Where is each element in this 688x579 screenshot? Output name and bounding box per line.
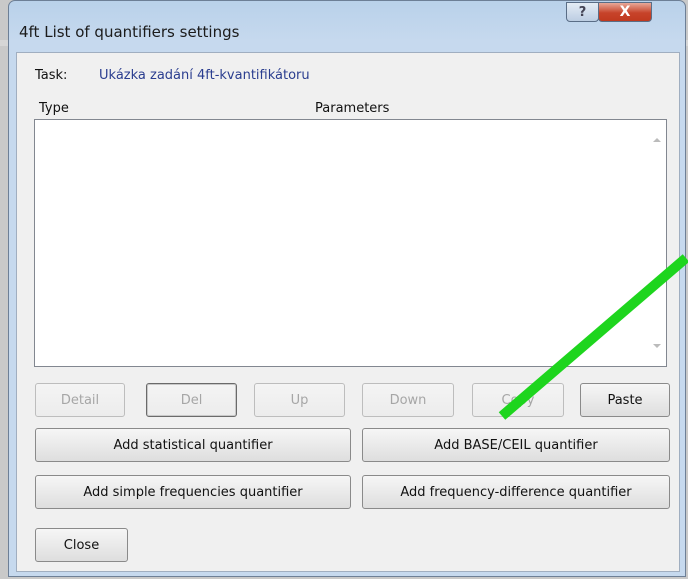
- help-icon: ?: [578, 4, 587, 20]
- column-header-type[interactable]: Type: [39, 101, 69, 116]
- add-frequency-difference-quantifier-button[interactable]: Add frequency-difference quantifier: [362, 475, 670, 509]
- window-title: 4ft List of quantifiers settings: [19, 23, 240, 41]
- task-label: Task:: [35, 68, 68, 83]
- scroll-up-arrow-icon[interactable]: [653, 138, 661, 142]
- dialog-window: 4ft List of quantifiers settings ? X Tas…: [8, 0, 686, 577]
- add-base-ceil-quantifier-button[interactable]: Add BASE/CEIL quantifier: [362, 428, 670, 462]
- add-simple-frequencies-quantifier-button[interactable]: Add simple frequencies quantifier: [35, 475, 351, 509]
- dialog-client-area: Task: Ukázka zadání 4ft-kvantifikátoru T…: [16, 52, 680, 572]
- quantifier-list[interactable]: [34, 119, 667, 367]
- window-close-button[interactable]: X: [598, 2, 652, 22]
- del-button[interactable]: Del: [146, 383, 237, 417]
- up-button[interactable]: Up: [254, 383, 345, 417]
- add-statistical-quantifier-button[interactable]: Add statistical quantifier: [35, 428, 351, 462]
- down-button[interactable]: Down: [362, 383, 454, 417]
- column-header-parameters[interactable]: Parameters: [315, 101, 389, 116]
- close-button[interactable]: Close: [35, 528, 128, 562]
- scroll-down-arrow-icon[interactable]: [653, 344, 661, 348]
- copy-button[interactable]: Copy: [472, 383, 564, 417]
- paste-button[interactable]: Paste: [580, 383, 670, 417]
- list-scrollbar[interactable]: [649, 120, 666, 366]
- task-value: Ukázka zadání 4ft-kvantifikátoru: [99, 68, 310, 83]
- close-icon: X: [619, 4, 631, 20]
- detail-button[interactable]: Detail: [35, 383, 125, 417]
- help-button[interactable]: ?: [566, 2, 599, 22]
